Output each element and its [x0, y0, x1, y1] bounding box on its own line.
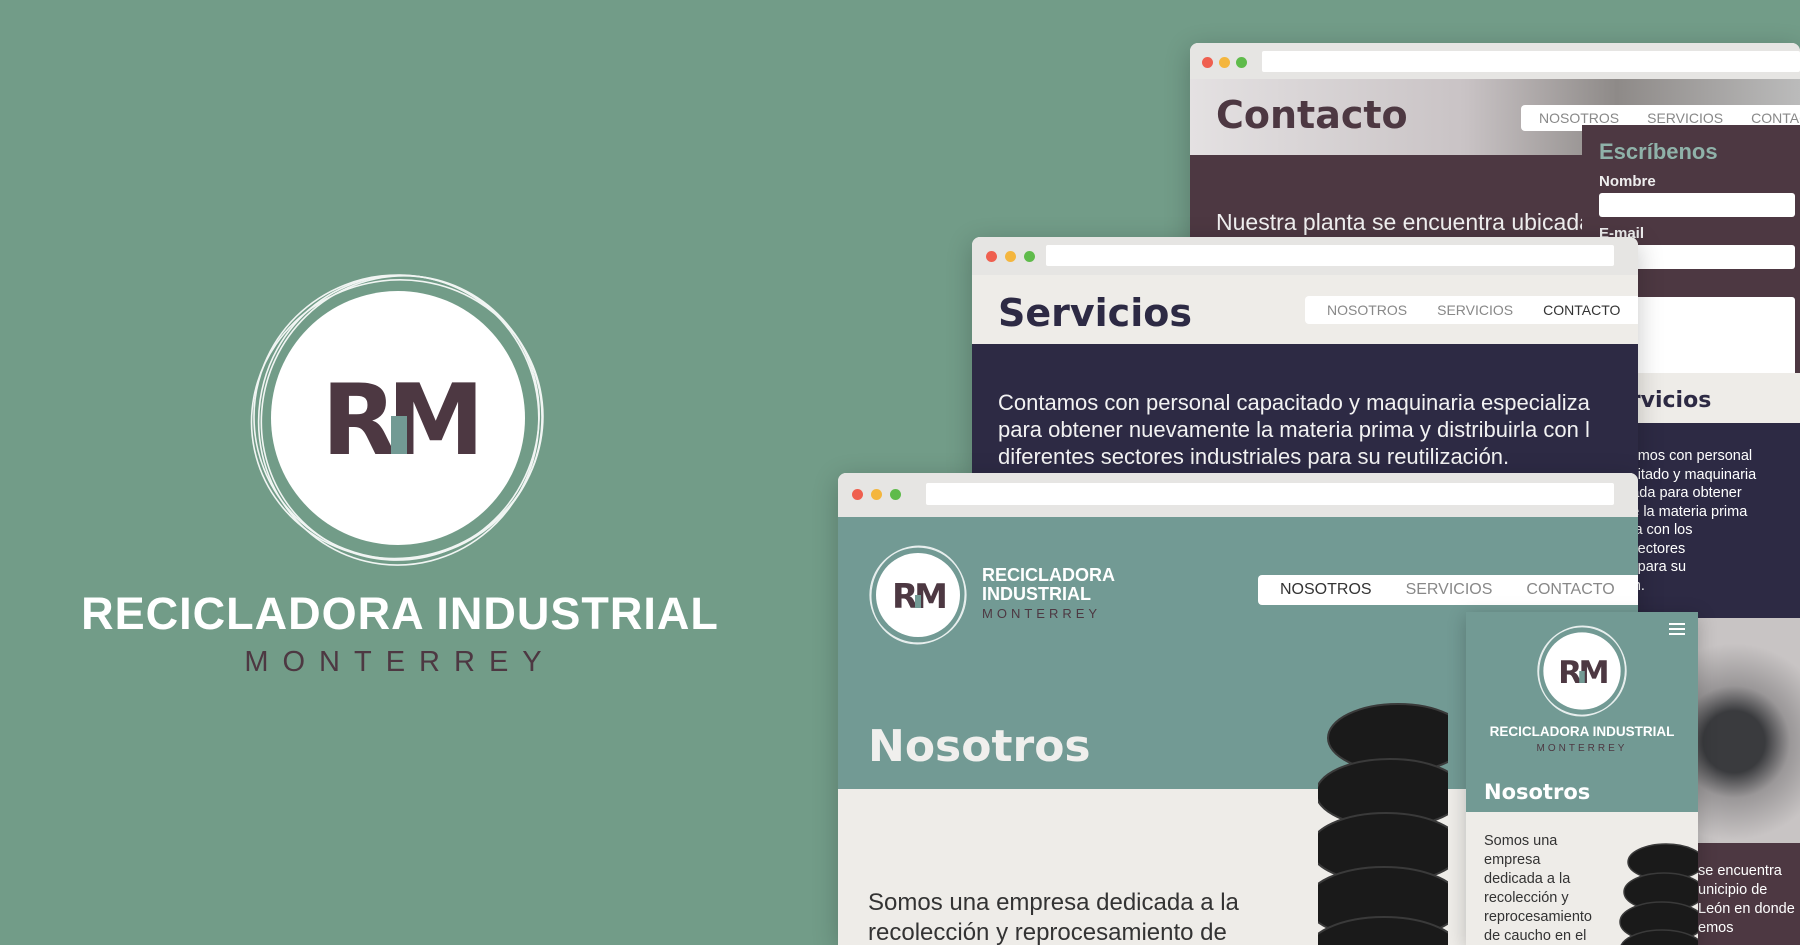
address-bar[interactable]: [926, 483, 1614, 505]
site-brand: RECICLADORA INDUSTRIAL MONTERREY: [982, 566, 1115, 623]
site-brand-line2: INDUSTRIAL: [982, 584, 1091, 604]
mobile-tires-image: [1619, 843, 1698, 945]
servicios-body: Contamos con personal capacitado y maqui…: [998, 390, 1590, 469]
brand-name: RECICLADORA INDUSTRIAL: [81, 588, 719, 639]
brand-logo: RM: [250, 274, 544, 566]
form-title: Escríbenos: [1599, 139, 1718, 164]
nav-nosotros[interactable]: NOSOTROS: [1539, 110, 1619, 126]
nav-nosotros[interactable]: NOSOTROS: [1327, 302, 1407, 318]
mobile-logo: RM: [1537, 625, 1627, 717]
servicios-window: Servicios NOSOTROS SERVICIOS CONTACTO Co…: [972, 237, 1638, 477]
hamburger-icon[interactable]: [1669, 623, 1685, 635]
site-logo: RM: [869, 545, 967, 645]
contacto-body: Nuestra planta se encuentra ubicada e: [1216, 209, 1612, 235]
nav-servicios[interactable]: SERVICIOS: [1406, 581, 1493, 599]
mobile-body: Somos una empresa dedicada a la recolecc…: [1484, 833, 1592, 944]
name-label: Nombre: [1599, 173, 1656, 190]
mobile-city: MONTERREY: [1536, 743, 1628, 754]
servicios-title: Servicios: [998, 291, 1192, 335]
nav-contacto[interactable]: CONTACTO: [1543, 302, 1620, 318]
contacto-title: Contacto: [1216, 93, 1408, 137]
close-dot[interactable]: [1202, 57, 1213, 68]
close-dot[interactable]: [852, 489, 863, 500]
minimize-dot[interactable]: [871, 489, 882, 500]
mobile-contact-body: se encuentra unicipio de León en donde e…: [1698, 863, 1795, 936]
minimize-dot[interactable]: [1005, 251, 1016, 262]
maximize-dot[interactable]: [1024, 251, 1035, 262]
brand-city: MONTERREY: [244, 646, 556, 678]
mobile-nosotros: RM RECICLADORA INDUSTRIAL MONTERREY Noso…: [1466, 612, 1698, 945]
servicios-nav: NOSOTROS SERVICIOS CONTACTO: [1305, 296, 1638, 324]
site-brand-city: MONTERREY: [982, 606, 1102, 621]
mobile-brand: RECICLADORA INDUSTRIAL: [1489, 724, 1675, 739]
close-dot[interactable]: [986, 251, 997, 262]
nav-servicios[interactable]: SERVICIOS: [1647, 110, 1723, 126]
nav-contacto[interactable]: CONTACTO: [1526, 581, 1614, 599]
nav-contacto[interactable]: CONTAC: [1751, 110, 1800, 126]
mobile-title: Nosotros: [1484, 780, 1591, 804]
name-input[interactable]: [1599, 193, 1795, 217]
maximize-dot[interactable]: [1236, 57, 1247, 68]
nav-nosotros[interactable]: NOSOTROS: [1280, 581, 1372, 599]
site-brand-line1: RECICLADORA: [982, 565, 1115, 585]
nav-servicios[interactable]: SERVICIOS: [1437, 302, 1513, 318]
nosotros-nav: NOSOTROS SERVICIOS CONTACTO: [1258, 575, 1638, 605]
nosotros-title: Nosotros: [868, 721, 1091, 772]
address-bar[interactable]: [1262, 51, 1800, 72]
mobile-contact-photo: [1690, 618, 1800, 843]
nosotros-body: Somos una empresa dedicada a la recolecc…: [868, 889, 1239, 945]
address-bar[interactable]: [1046, 245, 1614, 266]
tires-image: [1318, 703, 1448, 945]
maximize-dot[interactable]: [890, 489, 901, 500]
minimize-dot[interactable]: [1219, 57, 1230, 68]
